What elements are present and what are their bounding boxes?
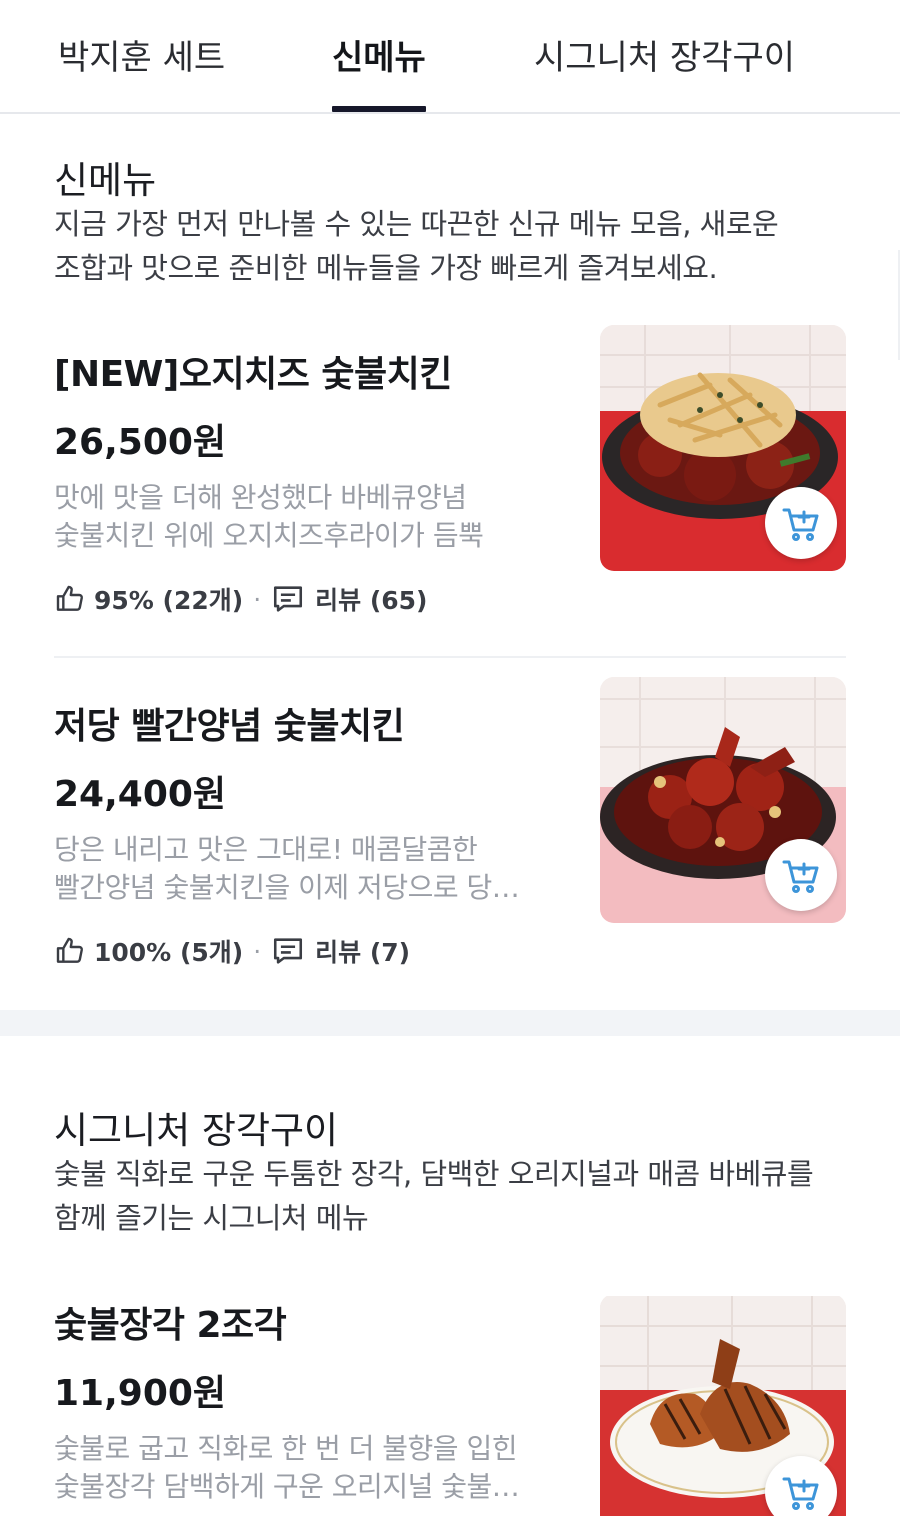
menu-item-price: 26,500원 <box>54 422 227 463</box>
review-count[interactable]: 리뷰 (65) <box>315 581 427 617</box>
cart-add-icon <box>782 860 819 893</box>
active-tab-indicator <box>332 106 426 112</box>
description-line: 당은 내리고 맛은 그대로! 매콤달콤한 <box>54 833 478 866</box>
menu-item-name: [NEW]오지치즈 숯불치킨 <box>54 354 452 395</box>
menu-item-price: 11,900원 <box>54 1373 227 1414</box>
menu-item-meta: 100% (5개) · 리뷰 (7) <box>54 931 410 971</box>
thumbs-up-icon <box>56 937 83 963</box>
menu-item[interactable]: 숯불장각 2조각 11,900원 숯불로 굽고 직화로 한 번 더 불향을 입힌… <box>0 1296 900 1516</box>
section-title: 시그니처 장각구이 <box>54 1109 339 1152</box>
menu-item-description: 맛에 맛을 더해 완성했다 바베큐양념 숯불치킨 위에 오지치즈후라이가 듬뿍 <box>54 479 554 555</box>
like-rate: 100% (5개) <box>94 938 244 967</box>
tab-signature-jangak[interactable]: 시그니처 장각구이 <box>534 30 795 79</box>
item-divider <box>54 656 846 658</box>
section-desc-line: 지금 가장 먼저 만나볼 수 있는 따끈한 신규 메뉴 모음, 새로운 <box>54 207 779 241</box>
section-description: 숯불 직화로 구운 두툼한 장각, 담백한 오리지널과 매콤 바베큐를 함께 즐… <box>54 1152 854 1240</box>
menu-item[interactable]: 저당 빨간양념 숯불치킨 24,400원 당은 내리고 맛은 그대로! 매콤달콤… <box>0 677 900 1017</box>
section-desc-line: 조합과 맛으로 준비한 메뉴들을 가장 빠르게 즐겨보세요. <box>54 251 718 285</box>
meta-separator: · <box>253 584 262 614</box>
tab-park-jihoon-set[interactable]: 박지훈 세트 <box>58 30 225 79</box>
tab-scroll-fade <box>830 0 900 112</box>
section-desc-line: 숯불 직화로 구운 두툼한 장각, 담백한 오리지널과 매콤 바베큐를 <box>54 1157 814 1191</box>
add-to-cart-button[interactable] <box>765 839 837 911</box>
meta-separator: · <box>253 936 262 966</box>
section-separator <box>0 1010 900 1036</box>
add-to-cart-button[interactable] <box>765 487 837 559</box>
comment-icon <box>274 586 303 612</box>
description-line: 빨간양념 숯불치킨을 이제 저당으로 당… <box>54 871 520 904</box>
cart-add-icon <box>782 508 819 541</box>
section-title: 신메뉴 <box>54 159 157 202</box>
thumbs-up-icon <box>56 585 83 611</box>
tab-new-menu[interactable]: 신메뉴 <box>332 30 426 79</box>
like-rate: 95% (22개) <box>94 586 244 615</box>
menu-item-name: 저당 빨간양념 숯불치킨 <box>54 706 405 747</box>
menu-item-meta: 95% (22개) · 리뷰 (65) <box>54 579 428 619</box>
menu-item-description: 숯불로 굽고 직화로 한 번 더 불향을 입힌 숯불장각 담백하게 구운 오리지… <box>54 1430 554 1506</box>
menu-item-description: 당은 내리고 맛은 그대로! 매콤달콤한 빨간양념 숯불치킨을 이제 저당으로 … <box>54 831 554 907</box>
section-description: 지금 가장 먼저 만나볼 수 있는 따끈한 신규 메뉴 모음, 새로운 조합과 … <box>54 202 854 290</box>
description-line: 숯불치킨 위에 오지치즈후라이가 듬뿍 <box>54 519 484 552</box>
review-count[interactable]: 리뷰 (7) <box>315 933 410 969</box>
menu-item-name: 숯불장각 2조각 <box>54 1305 287 1346</box>
description-line: 숯불로 굽고 직화로 한 번 더 불향을 입힌 <box>54 1432 517 1465</box>
comment-icon <box>274 938 303 964</box>
description-line: 숯불장각 담백하게 구운 오리지널 숯불… <box>54 1470 520 1503</box>
section-desc-line: 함께 즐기는 시그니처 메뉴 <box>54 1201 369 1235</box>
cart-add-icon <box>782 1477 819 1510</box>
menu-item[interactable]: [NEW]오지치즈 숯불치킨 26,500원 맛에 맛을 더해 완성했다 바베큐… <box>0 325 900 665</box>
category-tabbar: 박지훈 세트 신메뉴 시그니처 장각구이 <box>0 0 900 114</box>
description-line: 맛에 맛을 더해 완성했다 바베큐양념 <box>54 481 467 514</box>
menu-item-price: 24,400원 <box>54 774 227 815</box>
